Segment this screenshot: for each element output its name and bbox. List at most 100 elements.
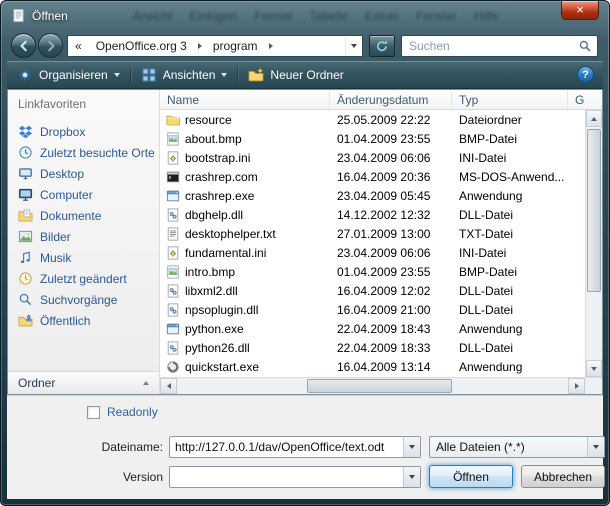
filename-combobox (169, 436, 421, 458)
table-row[interactable]: quickstart.exe 16.04.2009 13:14 Anwendun… (160, 357, 602, 376)
table-row[interactable]: python.exe 22.04.2009 18:43 Anwendung (160, 319, 602, 338)
version-select[interactable] (169, 466, 421, 488)
table-row[interactable]: desktophelper.txt 27.01.2009 13:00 TXT-D… (160, 224, 602, 243)
vertical-scrollbar-thumb[interactable] (587, 129, 601, 292)
new-folder-button[interactable]: Neuer Ordner (238, 61, 353, 88)
chevron-right-icon[interactable] (265, 36, 277, 56)
chevron-right-icon[interactable] (194, 36, 206, 56)
open-file-dialog: Öffnen Ansicht Einfügen Format Tabelle E… (0, 0, 610, 506)
sidebar-item-musik[interactable]: Musik (8, 247, 159, 268)
sidebar-item-computer[interactable]: Computer (8, 184, 159, 205)
table-row[interactable]: fundamental.ini 23.04.2009 06:06 INI-Dat… (160, 243, 602, 262)
scroll-right-button[interactable] (568, 378, 585, 394)
sidebar-item-dokumente[interactable]: Dokumente (8, 205, 159, 226)
filetype-select[interactable]: Alle Dateien (*.*) (429, 436, 605, 458)
new-folder-icon (248, 67, 264, 83)
file-rows: resource 25.05.2009 22:22 Dateiordner ab… (160, 110, 602, 377)
breadcrumb-segment-program[interactable]: program (206, 36, 265, 56)
readonly-label[interactable]: Readonly (107, 405, 158, 419)
views-button[interactable]: Ansichten (131, 61, 238, 88)
titlebar: Öffnen Ansicht Einfügen Format Tabelle E… (1, 1, 609, 31)
sidebar-item-offentlich[interactable]: Öffentlich (8, 310, 159, 331)
close-button[interactable]: × (561, 1, 599, 20)
sidebar-item-bilder[interactable]: Bilder (8, 226, 159, 247)
version-dropdown-button[interactable] (403, 467, 420, 487)
refresh-button[interactable] (369, 35, 395, 57)
form-panel: Readonly Dateiname: Alle Dateien (*.*) V… (7, 395, 603, 499)
scroll-left-button[interactable] (160, 378, 177, 394)
table-row[interactable]: resource 25.05.2009 22:22 Dateiordner (160, 110, 602, 129)
forward-button[interactable] (38, 33, 63, 58)
table-row[interactable]: intro.bmp 01.04.2009 23:55 BMP-Datei (160, 262, 602, 281)
table-row[interactable]: bootstrap.ini 23.04.2009 06:06 INI-Datei (160, 148, 602, 167)
scrollbar-corner (585, 378, 602, 394)
changed-icon (18, 271, 33, 286)
cancel-button[interactable]: Abbrechen (521, 465, 605, 488)
computer-icon (18, 187, 33, 202)
sidebar-item-desktop[interactable]: Desktop (8, 163, 159, 184)
breadcrumb: « OpenOffice.org 3 program (67, 35, 363, 57)
table-row[interactable]: dbghelp.dll 14.12.2002 12:32 DLL-Datei (160, 205, 602, 224)
window-title: Öffnen (32, 9, 68, 23)
horizontal-scrollbar[interactable] (160, 377, 602, 394)
horizontal-scroll-track[interactable] (177, 378, 568, 394)
scroll-up-button[interactable] (586, 110, 602, 127)
desktop-icon (18, 166, 33, 181)
organize-icon (17, 67, 33, 83)
scroll-down-button[interactable] (586, 360, 602, 377)
help-button[interactable]: ? (577, 66, 594, 83)
folders-band[interactable]: Ordner (8, 371, 159, 394)
table-row[interactable]: crashrep.com 16.04.2009 20:36 MS-DOS-Anw… (160, 167, 602, 186)
column-header-size[interactable]: G (568, 90, 602, 109)
folder-icon (166, 113, 180, 127)
breadcrumb-history-dropdown[interactable] (345, 36, 362, 56)
content-area: Linkfavoriten Dropbox Zuletzt besuchte O… (7, 89, 603, 395)
column-header-modified[interactable]: Änderungsdatum (330, 90, 452, 109)
exe-icon (166, 322, 180, 336)
search-icon (573, 39, 597, 53)
sidebar-item-zuletzt-besuchte-orte[interactable]: Zuletzt besuchte Orte (8, 142, 159, 163)
readonly-checkbox[interactable] (87, 406, 100, 419)
chevron-up-icon (143, 381, 149, 385)
dll-icon (166, 341, 180, 355)
document-icon (11, 8, 26, 23)
back-button[interactable] (11, 33, 36, 58)
breadcrumb-collapse-button[interactable]: « (68, 36, 89, 56)
column-header-name[interactable]: Name (160, 90, 330, 109)
readonly-row: Readonly (87, 405, 158, 419)
filename-input[interactable] (170, 437, 403, 457)
breadcrumb-segment-openoffice-org-3[interactable]: OpenOffice.org 3 (89, 36, 194, 56)
column-header-type[interactable]: Typ (452, 90, 568, 109)
filename-dropdown-button[interactable] (403, 437, 420, 457)
table-row[interactable]: about.bmp 01.04.2009 23:55 BMP-Datei (160, 129, 602, 148)
exe-icon (166, 189, 180, 203)
ini-icon (166, 151, 180, 165)
sidebar-header: Linkfavoriten (8, 90, 159, 113)
folders-band-label: Ordner (18, 376, 55, 390)
vertical-scrollbar[interactable] (585, 110, 602, 377)
filetype-dropdown-button[interactable] (587, 437, 604, 457)
recent-icon (18, 145, 33, 160)
table-row[interactable]: python26.dll 22.04.2009 18:33 DLL-Datei (160, 338, 602, 357)
open-button[interactable]: Öffnen (429, 465, 513, 488)
sidebar-item-zuletzt-geandert[interactable]: Zuletzt geändert (8, 268, 159, 289)
sidebar-items: Dropbox Zuletzt besuchte Orte Desktop Co… (8, 113, 159, 371)
bmp-icon (166, 265, 180, 279)
sidebar-item-dropbox[interactable]: Dropbox (8, 121, 159, 142)
back-arrow-icon (17, 39, 31, 53)
table-row[interactable]: libxml2.dll 16.04.2009 12:02 DLL-Datei (160, 281, 602, 300)
table-row[interactable]: crashrep.exe 23.04.2009 05:45 Anwendung (160, 186, 602, 205)
pictures-icon (18, 229, 33, 244)
search-input[interactable] (402, 39, 573, 53)
chevron-down-icon (114, 73, 120, 77)
vertical-scroll-track[interactable] (586, 127, 602, 360)
forward-arrow-icon (44, 39, 58, 53)
views-icon (141, 67, 157, 83)
sidebar-item-suchvorgange[interactable]: Suchvorgänge (8, 289, 159, 310)
dropbox-icon (18, 124, 33, 139)
filename-label: Dateiname: (7, 440, 163, 454)
horizontal-scrollbar-thumb[interactable] (307, 379, 452, 393)
organize-button[interactable]: Organisieren (7, 61, 130, 88)
table-row[interactable]: npsoplugin.dll 16.04.2009 21:00 DLL-Date… (160, 300, 602, 319)
txt-icon (166, 227, 180, 241)
